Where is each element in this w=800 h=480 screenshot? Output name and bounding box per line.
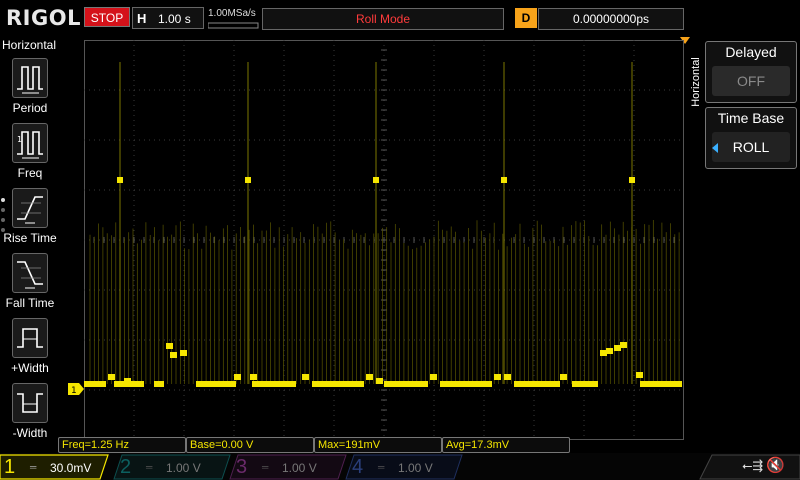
rise-time-icon — [12, 188, 48, 228]
ch1-number: 1 — [4, 456, 16, 478]
speaker-muted-icon[interactable]: 🔇 — [766, 456, 785, 474]
measure-menu: Horizontal Period 1 Freq Rise Time Fall … — [0, 38, 60, 452]
period-label: Period — [12, 101, 48, 115]
timebase-label: H — [137, 11, 147, 26]
ch1-coupling-icon: ═ — [30, 462, 37, 472]
timebase-value: 1.00 s — [158, 12, 191, 26]
period-icon — [12, 58, 48, 98]
ch1-tab[interactable]: 1 ═ 30.0mV — [0, 455, 108, 479]
rise-time-label: Rise Time — [3, 231, 57, 245]
fall-time-label: Fall Time — [5, 296, 55, 310]
fall-time-icon — [12, 253, 48, 293]
time-base-title: Time Base — [717, 110, 785, 126]
ch1-waveform — [84, 62, 682, 387]
delay-value[interactable]: 0.00000000ps — [538, 8, 684, 30]
right-menu-title: Horizontal — [688, 42, 702, 126]
ch3-tab[interactable]: 3 ═ 1.00 V — [232, 455, 340, 479]
knob-select-icon — [712, 143, 718, 153]
measure-fall-time-button[interactable]: Fall Time — [0, 253, 60, 317]
acquire-mode-box: Roll Mode — [262, 8, 504, 30]
meas-freq[interactable]: Freq=1.25 Hz — [58, 437, 186, 453]
delay-label: D — [515, 8, 537, 28]
channel-bar: 1 ═ 30.0mV 2 ═ 1.00 V 3 ═ 1.00 V 4 ═ 1.0… — [0, 453, 800, 480]
ch4-number: 4 — [352, 456, 364, 478]
ch2-number: 2 — [120, 456, 132, 478]
run-stop-indicator[interactable]: STOP — [84, 7, 130, 27]
sample-rate: 1.00MSa/s — [208, 8, 256, 19]
brand-logo: RIGOL — [6, 6, 81, 30]
meas-max[interactable]: Max=191mV — [314, 437, 442, 453]
time-base-button[interactable]: Time Base ROLL — [705, 107, 797, 169]
delayed-button[interactable]: Delayed OFF — [705, 41, 797, 103]
ch2-coupling-icon: ═ — [146, 462, 153, 472]
ch2-scale: 1.00 V — [166, 461, 201, 475]
graticule — [84, 40, 684, 440]
measure-pos-width-button[interactable]: +Width — [0, 318, 60, 382]
freq-icon: 1 — [12, 123, 48, 163]
ch4-coupling-icon: ═ — [378, 462, 385, 472]
ch4-scale: 1.00 V — [398, 461, 433, 475]
delayed-title: Delayed — [725, 44, 777, 60]
delayed-value: OFF — [712, 66, 790, 96]
time-base-value: ROLL — [712, 132, 790, 162]
ch3-coupling-icon: ═ — [262, 462, 269, 472]
menu-page-indicator — [1, 198, 7, 238]
neg-width-icon — [12, 383, 48, 423]
ch3-number: 3 — [236, 456, 248, 478]
ch4-tab[interactable]: 4 ═ 1.00 V — [348, 455, 456, 479]
meas-avg[interactable]: Avg=17.3mV — [442, 437, 570, 453]
svg-text:1: 1 — [17, 135, 22, 144]
right-menu-title-label: Horizontal — [690, 57, 702, 107]
usb-icon: ⭠⇶ — [742, 458, 764, 473]
timebase-box[interactable]: H 1.00 s — [132, 7, 204, 29]
ch3-scale: 1.00 V — [282, 461, 317, 475]
meas-base[interactable]: Base=0.00 V — [186, 437, 314, 453]
ch1-scale: 30.0mV — [50, 461, 92, 475]
measure-rise-time-button[interactable]: Rise Time — [0, 188, 60, 252]
freq-label: Freq — [17, 166, 43, 180]
pos-width-icon — [12, 318, 48, 358]
ch1-offset-marker-label: 1 — [71, 386, 77, 395]
top-status-bar: RIGOL STOP H 1.00 s 1.00MSa/s Roll Mode … — [0, 0, 800, 44]
measure-period-button[interactable]: Period — [0, 58, 60, 122]
ch1-offset-marker[interactable]: 1 — [68, 383, 84, 395]
measurement-bar: Freq=1.25 Hz Base=0.00 V Max=191mV Avg=1… — [0, 437, 690, 453]
ch2-tab[interactable]: 2 ═ 1.00 V — [116, 455, 224, 479]
waveform-display[interactable] — [84, 40, 684, 440]
measure-menu-title: Horizontal — [2, 38, 57, 52]
pos-width-label: +Width — [11, 361, 49, 375]
measure-freq-button[interactable]: 1 Freq — [0, 123, 60, 187]
